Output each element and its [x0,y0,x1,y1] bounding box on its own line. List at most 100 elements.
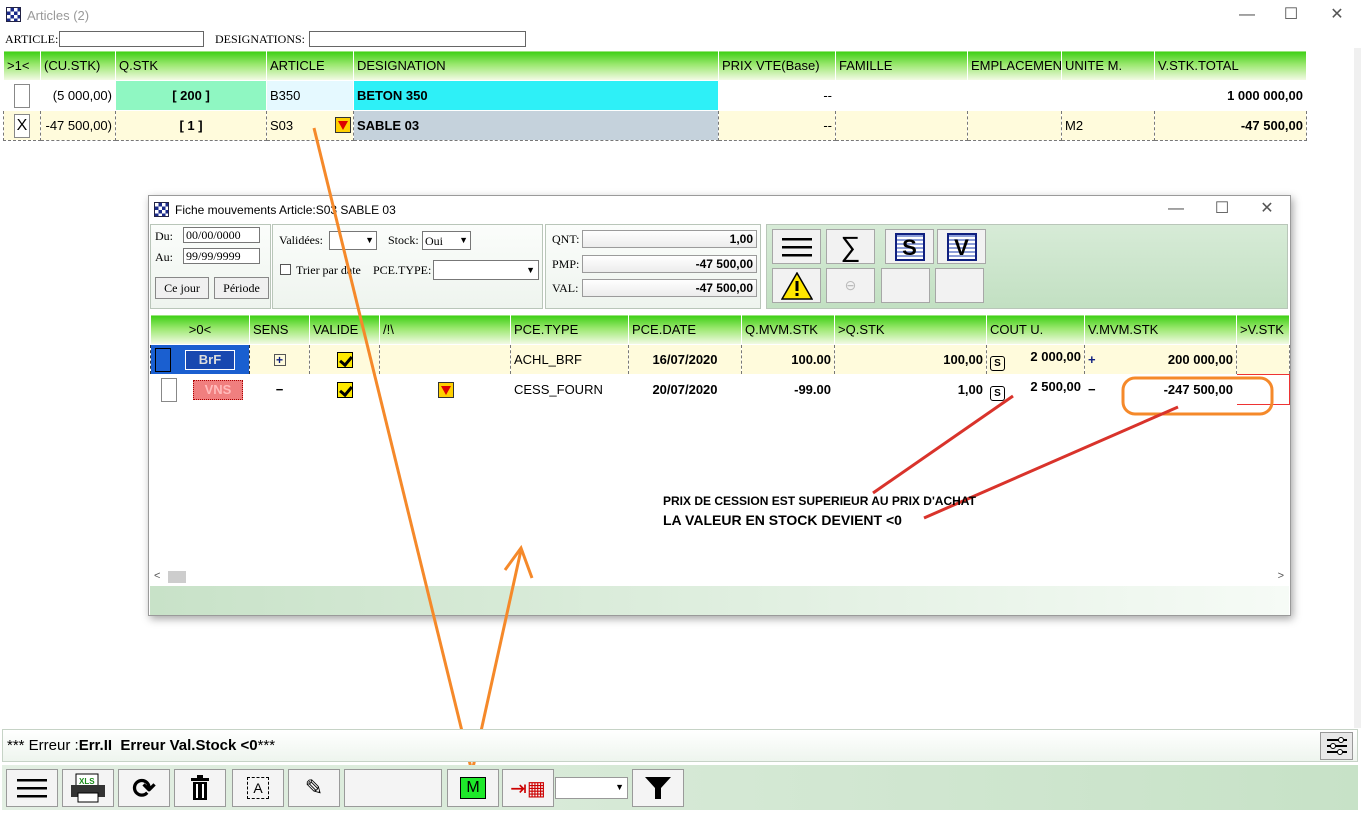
row-checkbox[interactable]: X [14,113,30,138]
stock-select[interactable]: Oui ▼ [422,231,471,250]
horizontal-scrollbar[interactable]: < > [150,569,1289,585]
maximize-button[interactable]: ☐ [1268,2,1314,28]
row-selector[interactable] [3,80,41,111]
app-icon [6,7,21,22]
pce-type-select[interactable]: ▼ [433,260,539,280]
col-header[interactable]: >V.STK [1236,314,1290,345]
row-checkbox[interactable] [14,83,30,108]
col-header[interactable]: Q.MVM.STK [741,314,835,345]
col-header[interactable]: PRIX VTE(Base) [718,50,836,81]
periode-button[interactable]: Période [214,277,269,299]
child-minimize-button[interactable]: — [1153,196,1199,222]
child-maximize-button[interactable]: ☐ [1199,196,1245,222]
xls-label: XLS [79,777,95,786]
empty-toolbar-button[interactable] [344,769,442,807]
col-header[interactable]: UNITE M. [1061,50,1155,81]
cell-v-stk [1236,344,1290,375]
hamburger-icon [17,779,47,798]
cell-article: B350 [266,80,354,111]
cell-v-stk-total: -47 500,00 [1154,110,1307,141]
warning-button[interactable] [772,268,821,303]
cell-valide[interactable] [309,344,380,375]
row-badge-cell[interactable]: BrF [150,344,250,375]
col-header[interactable]: /!\ [379,314,511,345]
sens-value: + [273,354,286,366]
col-header[interactable]: ARTICLE [266,50,354,81]
cell-q-stk: 1,00 [834,374,987,405]
zoom-button[interactable]: ⊖ [826,268,875,303]
table-row-selected[interactable]: X -47 500,00) [ 1 ] S03 SABLE 03 -- M2 -… [3,110,1307,141]
scroll-thumb[interactable] [168,571,186,583]
movement-row[interactable]: VNS − CESS_FOURN 20/07/2020 -99.00 1,00 … [150,374,1290,405]
error-text: Erreur Val.Stock <0 [120,737,258,754]
minimize-button[interactable]: — [1224,2,1270,28]
pmp-label: PMP: [552,257,580,271]
chevron-down-icon: ▼ [526,265,535,275]
col-header[interactable]: DESIGNATION [353,50,719,81]
sum-button[interactable]: ∑ [826,229,875,264]
col-header[interactable]: Q.STK [115,50,267,81]
validees-select[interactable]: ▼ [329,231,377,250]
empty-button-2[interactable] [935,268,984,303]
movements-grid: >0< SENS VALIDE /!\ PCE.TYPE PCE.DATE Q.… [150,314,1290,405]
vertical-scrollbar[interactable] [1354,48,1361,728]
au-input[interactable]: 99/99/9999 [183,248,260,264]
row-checkbox[interactable] [161,377,177,402]
col-header[interactable]: >Q.STK [834,314,987,345]
movements-title: Fiche mouvements Article:S03 SABLE 03 [175,203,396,217]
child-close-button[interactable]: ✕ [1244,196,1290,222]
designations-filter-input[interactable] [309,31,526,47]
edit-button[interactable]: ✎ [288,769,340,807]
ce-jour-button[interactable]: Ce jour [155,277,209,299]
print-xls-button[interactable]: XLS [62,769,114,807]
col-header[interactable]: V.STK.TOTAL [1154,50,1307,81]
empty-button-1[interactable] [881,268,930,303]
check-icon [336,381,353,398]
col-header[interactable]: VALIDE [309,314,380,345]
movements-button[interactable]: M [447,769,499,807]
col-header[interactable]: EMPLACEMEN [967,50,1062,81]
refresh-icon: ⟳ [132,772,156,804]
col-header[interactable]: COUT U. [986,314,1085,345]
delete-button[interactable] [174,769,226,807]
text-select-button[interactable]: A [232,769,284,807]
cout-value: 2 500,00 [1030,378,1081,394]
menu-button[interactable] [6,769,58,807]
col-header[interactable]: V.MVM.STK [1084,314,1237,345]
close-button[interactable]: ✕ [1314,2,1360,28]
table-row[interactable]: (5 000,00) [ 200 ] B350 BETON 350 -- 1 0… [3,80,1307,111]
col-header[interactable]: PCE.TYPE [510,314,629,345]
col-header[interactable]: PCE.DATE [628,314,742,345]
s-button[interactable]: S [885,229,934,264]
v-button[interactable]: V [937,229,986,264]
col-header[interactable]: (CU.STK) [40,50,116,81]
menu-button[interactable] [772,229,821,264]
cell-valide[interactable] [309,374,380,405]
movement-row[interactable]: BrF + ACHL_BRF 16/07/2020 100.00 100,00 … [150,344,1290,375]
col-header[interactable]: SENS [249,314,310,345]
cell-pce-type: ACHL_BRF [510,344,629,375]
row-selector[interactable]: X [3,110,41,141]
col-header[interactable]: FAMILLE [835,50,968,81]
article-filter-input[interactable] [59,31,204,47]
cell-q-stk: [ 200 ] [115,80,267,111]
du-input[interactable]: 00/00/0000 [183,227,260,243]
chevron-down-icon: ▼ [365,235,374,245]
trier-checkbox[interactable] [280,264,291,275]
refresh-button[interactable]: ⟳ [118,769,170,807]
import-grid-button[interactable]: ⇥▦ [502,769,554,807]
chevron-down-icon: ▼ [459,235,468,245]
scroll-right-icon[interactable]: > [1278,570,1284,582]
cell-designation: SABLE 03 [353,110,719,141]
col-header[interactable]: >0< [150,314,250,345]
toolbar-select[interactable]: ▼ [555,777,628,799]
vmvm-sign: − [1088,382,1096,397]
filter-button[interactable] [632,769,684,807]
scroll-left-icon[interactable]: < [154,570,160,582]
row-checkbox[interactable] [155,347,171,372]
col-header[interactable]: >1< [3,50,41,81]
settings-button[interactable] [1320,732,1353,760]
row-badge-cell[interactable]: VNS [150,374,250,405]
cell-prix-vte: -- [718,80,836,111]
cell-sens: + [249,344,310,375]
